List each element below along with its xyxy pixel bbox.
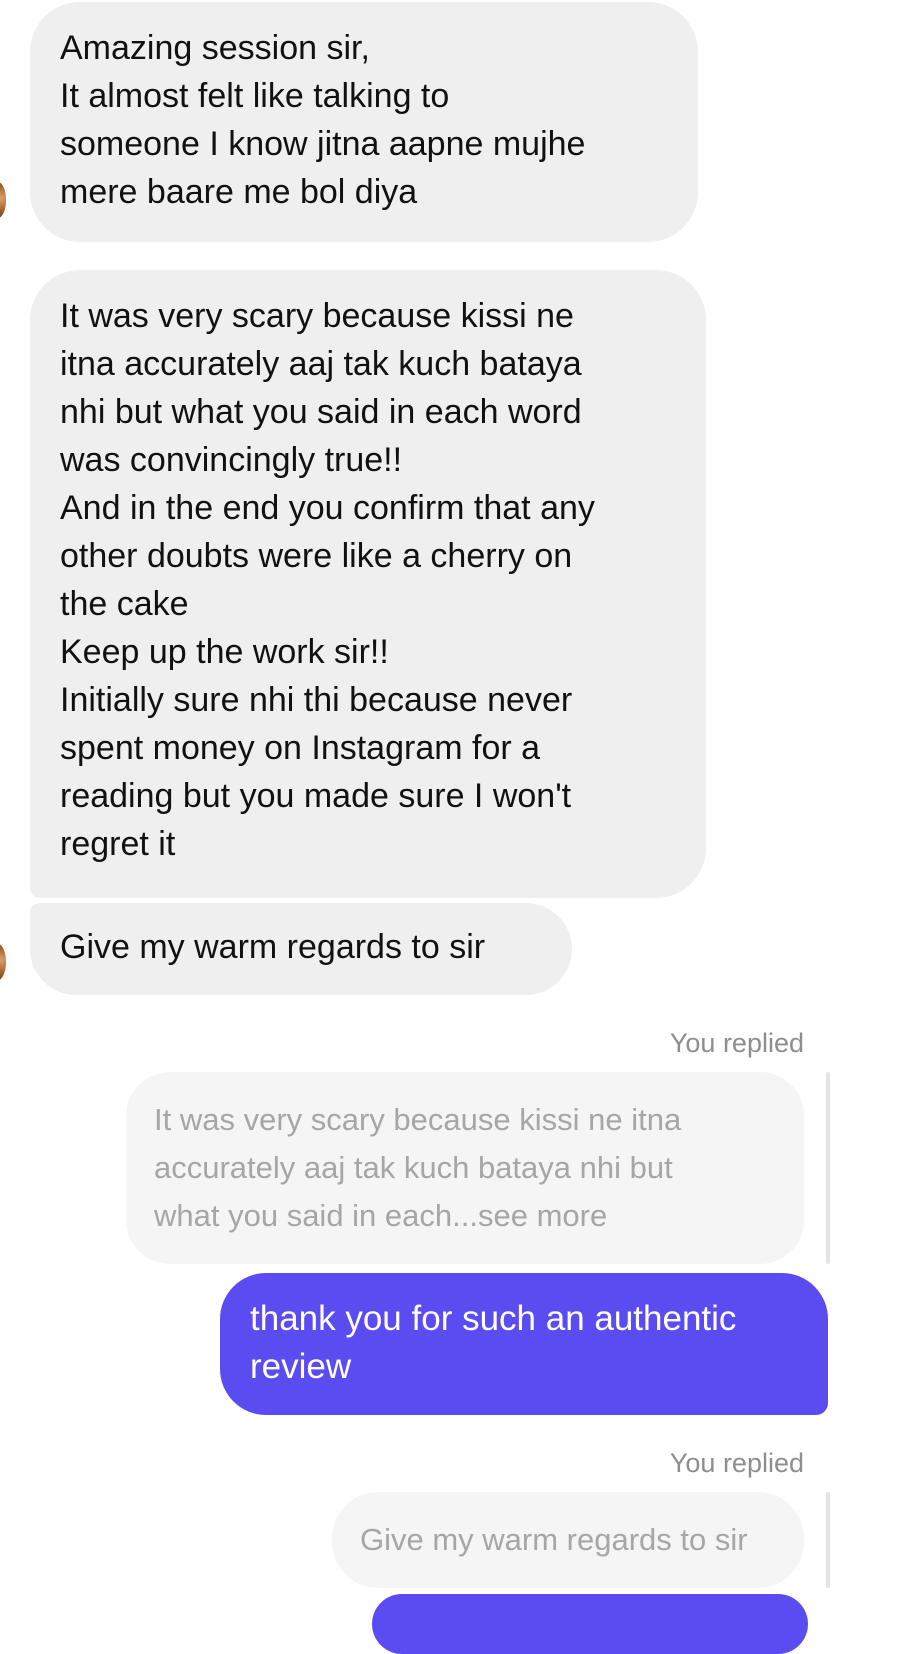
quoted-message[interactable]: Give my warm regards to sir (332, 1492, 804, 1588)
incoming-message[interactable]: Give my warm regards to sir (30, 903, 572, 995)
incoming-message[interactable]: Amazing session sir, It almost felt like… (30, 2, 698, 242)
outgoing-message[interactable] (372, 1594, 808, 1654)
reply-quote-bar (826, 1492, 830, 1588)
incoming-message[interactable]: It was very scary because kissi ne itna … (30, 270, 706, 898)
reply-quote-bar (826, 1072, 830, 1264)
you-replied-label: You replied (669, 1028, 804, 1058)
sender-avatar[interactable] (0, 944, 6, 980)
quoted-message[interactable]: It was very scary because kissi ne itna … (126, 1072, 804, 1264)
you-replied-label: You replied (669, 1448, 804, 1478)
outgoing-message[interactable]: thank you for such an authentic review (220, 1273, 828, 1415)
sender-avatar[interactable] (0, 182, 6, 218)
